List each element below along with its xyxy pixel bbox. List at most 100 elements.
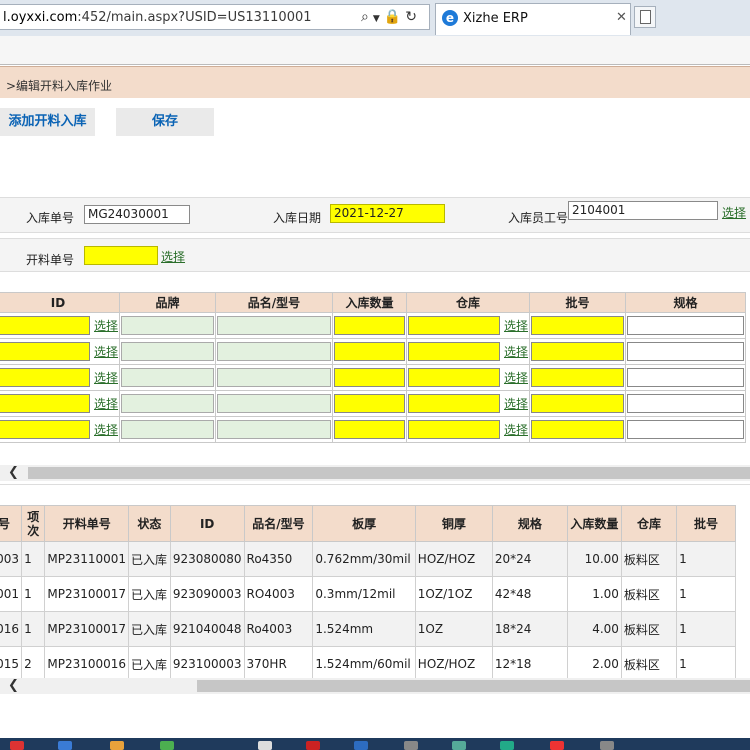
- scroll-left-icon[interactable]: ❮: [8, 465, 19, 481]
- grid-id-input[interactable]: [0, 420, 90, 439]
- grid-model-input[interactable]: [217, 342, 331, 361]
- grid-spec-input[interactable]: [627, 342, 744, 361]
- grid-batch-input[interactable]: [531, 368, 624, 387]
- grid-id-input[interactable]: [0, 394, 90, 413]
- taskbar-app-icon[interactable]: [500, 741, 514, 750]
- taskbar-app-icon[interactable]: [258, 741, 272, 750]
- add-cutting-receipt-button[interactable]: 添加开料入库: [0, 108, 95, 136]
- receipt-date-input[interactable]: 2021-12-27: [330, 204, 445, 223]
- taskbar-app-icon[interactable]: [160, 741, 174, 750]
- records-cell: 板料区: [620, 611, 678, 647]
- grid-spec-input[interactable]: [627, 316, 744, 335]
- grid-id-input[interactable]: [0, 368, 90, 387]
- records-cell: 板料区: [620, 576, 678, 612]
- save-button[interactable]: 保存: [116, 108, 214, 136]
- grid-brand-input[interactable]: [121, 342, 214, 361]
- grid-batch-input[interactable]: [531, 316, 624, 335]
- grid-id-input[interactable]: [0, 342, 90, 361]
- address-path: :452/main.aspx?USID=US13110001: [77, 10, 312, 25]
- grid-qty-input[interactable]: [334, 342, 405, 361]
- taskbar-app-icon[interactable]: [600, 741, 614, 750]
- grid-spec-input[interactable]: [627, 394, 744, 413]
- grid-select-link[interactable]: 选择: [504, 423, 528, 437]
- grid-warehouse-input[interactable]: [408, 394, 500, 413]
- records-cell: 1.524mm: [312, 611, 416, 647]
- grid-brand-input[interactable]: [121, 316, 214, 335]
- records-cell: 1: [676, 541, 736, 577]
- grid-model-input[interactable]: [217, 368, 331, 387]
- taskbar-app-icon[interactable]: [404, 741, 418, 750]
- grid-spec-input[interactable]: [627, 368, 744, 387]
- grid-qty-input[interactable]: [334, 394, 405, 413]
- cutting-select-link[interactable]: 选择: [161, 248, 185, 265]
- grid-select-link[interactable]: 选择: [94, 397, 118, 411]
- grid-spec-input[interactable]: [627, 420, 744, 439]
- new-tab-icon[interactable]: [634, 6, 656, 28]
- taskbar-app-icon[interactable]: [58, 741, 72, 750]
- grid-cell: [332, 390, 407, 417]
- records-cell: HOZ/HOZ: [414, 646, 493, 682]
- grid-select-link[interactable]: 选择: [94, 371, 118, 385]
- records-row[interactable]: 0031MP23110001已入库923080080Ro43500.762mm/…: [0, 541, 736, 577]
- grid-id-input[interactable]: [0, 316, 90, 335]
- taskbar-app-icon[interactable]: [10, 741, 24, 750]
- grid-scroll-thumb[interactable]: [28, 467, 750, 479]
- receipt-no-label: 入库单号: [26, 211, 75, 225]
- grid-select-link[interactable]: 选择: [504, 397, 528, 411]
- grid-warehouse-input[interactable]: [408, 316, 500, 335]
- employee-no-input[interactable]: 2104001: [568, 201, 718, 220]
- records-header-row: 号项次 开料单号 状态 ID 品名/型号 板厚 铜厚 规格 入库数量 仓库 批号: [0, 505, 736, 542]
- grid-model-input[interactable]: [217, 420, 331, 439]
- grid-qty-input[interactable]: [334, 316, 405, 335]
- grid-batch-input[interactable]: [531, 342, 624, 361]
- grid-batch-input[interactable]: [531, 420, 624, 439]
- close-icon[interactable]: ✕: [616, 10, 627, 25]
- grid-row: 选择 选择: [0, 390, 746, 417]
- grid-select-link[interactable]: 选择: [94, 319, 118, 333]
- records-scroll-thumb[interactable]: [197, 680, 750, 692]
- browser-tab[interactable]: e Xizhe ERP ✕: [435, 3, 631, 35]
- grid-select-link[interactable]: 选择: [504, 345, 528, 359]
- records-cell: 0.762mm/30mil: [312, 541, 416, 577]
- records-row[interactable]: 0161MP23100017已入库921040048Ro40031.524mm1…: [0, 611, 736, 647]
- employee-no-label: 入库员工号: [508, 211, 569, 225]
- grid-model-input[interactable]: [217, 316, 331, 335]
- grid-warehouse-input[interactable]: [408, 368, 500, 387]
- grid-warehouse-input[interactable]: [408, 342, 500, 361]
- receipt-no-input[interactable]: MG24030001: [84, 205, 190, 224]
- records-row[interactable]: 0152MP23100016已入库923100003370HR1.524mm/6…: [0, 646, 736, 682]
- refresh-icon[interactable]: ↻: [405, 9, 417, 25]
- grid-select-link[interactable]: 选择: [504, 319, 528, 333]
- grid-brand-input[interactable]: [121, 394, 214, 413]
- search-icon[interactable]: ⌕: [361, 9, 369, 25]
- records-cell: 20*24: [491, 541, 568, 577]
- grid-qty-input[interactable]: [334, 368, 405, 387]
- grid-model-input[interactable]: [217, 394, 331, 413]
- grid-horizontal-scrollbar[interactable]: ❮: [0, 465, 750, 481]
- records-horizontal-scrollbar[interactable]: ❮: [0, 678, 750, 694]
- grid-select-link[interactable]: 选择: [94, 423, 118, 437]
- cutting-no-input[interactable]: [84, 246, 158, 265]
- taskbar-app-icon[interactable]: [354, 741, 368, 750]
- grid-brand-input[interactable]: [121, 420, 214, 439]
- grid-batch-input[interactable]: [531, 394, 624, 413]
- records-cell: MP23100017: [44, 576, 130, 612]
- scroll-left-icon[interactable]: ❮: [8, 678, 19, 694]
- lock-icon[interactable]: 🔒: [384, 9, 401, 25]
- grid-qty-input[interactable]: [334, 420, 405, 439]
- grid-select-link[interactable]: 选择: [94, 345, 118, 359]
- taskbar-app-icon[interactable]: [110, 741, 124, 750]
- taskbar-app-icon[interactable]: [306, 741, 320, 750]
- chevron-down-icon[interactable]: ▼: [373, 14, 380, 24]
- records-cell: 001: [0, 576, 23, 612]
- grid-warehouse-input[interactable]: [408, 420, 500, 439]
- grid-cell: [529, 390, 626, 417]
- grid-brand-input[interactable]: [121, 368, 214, 387]
- grid-select-link[interactable]: 选择: [504, 371, 528, 385]
- taskbar-app-icon[interactable]: [550, 741, 564, 750]
- address-bar[interactable]: l.oyxxi.com:452/main.aspx?USID=US1311000…: [0, 4, 430, 30]
- records-row[interactable]: 0011MP23100017已入库923090003RO40030.3mm/12…: [0, 576, 736, 612]
- taskbar-app-icon[interactable]: [452, 741, 466, 750]
- records-header-cell: 号: [0, 505, 23, 542]
- employee-select-link[interactable]: 选择: [722, 204, 746, 221]
